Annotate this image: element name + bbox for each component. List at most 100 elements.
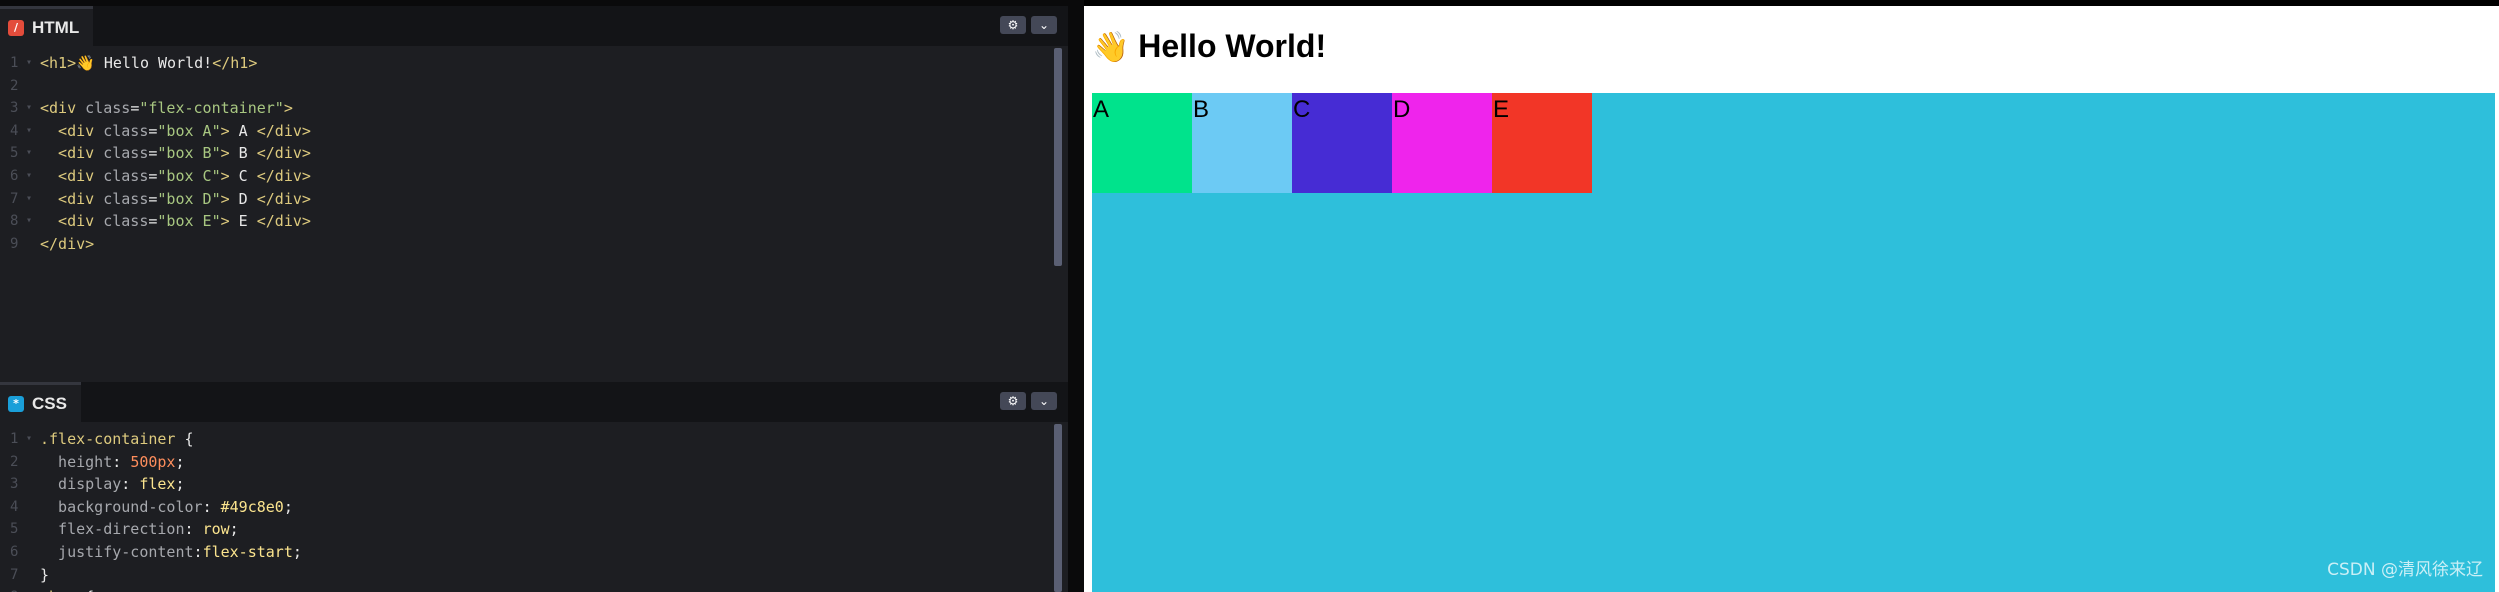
- css-tab[interactable]: * CSS: [0, 382, 81, 422]
- code-token: 500px: [130, 452, 176, 471]
- code-token: flex-direction: [40, 520, 185, 539]
- fold-toggle-icon[interactable]: ▾: [26, 586, 32, 592]
- code-line[interactable]: 1 ▾ .flex-container {: [0, 428, 1054, 451]
- code-line[interactable]: 2: [0, 75, 1054, 98]
- line-number: 3: [10, 476, 19, 493]
- css-pane-header: * CSS ⚙ ⌄: [0, 382, 1068, 422]
- css-code-area[interactable]: 1 ▾ .flex-container {2 height: 500px; 3 dis…: [0, 422, 1054, 592]
- code-token: {: [175, 430, 194, 448]
- html-scrollbar-thumb[interactable]: [1054, 48, 1062, 266]
- code-line[interactable]: 7 ▾ <div class="box D"> D </div>: [0, 188, 1054, 211]
- code-line[interactable]: 6 justify-content:flex-start;: [0, 541, 1054, 564]
- flex-box-c: C: [1292, 93, 1392, 193]
- html-tab[interactable]: / HTML: [0, 6, 94, 46]
- result-preview: 👋 Hello World! ABCDE: [1084, 6, 2499, 592]
- fold-toggle-icon[interactable]: ▾: [26, 428, 32, 451]
- fold-toggle-icon[interactable]: ▾: [26, 120, 32, 143]
- code-token: :: [193, 542, 203, 561]
- code-token: =: [130, 99, 140, 118]
- code-token: class: [103, 144, 149, 163]
- code-line[interactable]: 8▾.box {: [0, 586, 1054, 592]
- code-token: >: [220, 144, 230, 163]
- css-collapse-button[interactable]: ⌄: [1031, 392, 1057, 410]
- code-token: "box D": [157, 189, 221, 208]
- code-token: justify-content: [40, 542, 194, 561]
- css-scrollbar-thumb[interactable]: [1054, 424, 1062, 592]
- fold-toggle-icon[interactable]: ▾: [26, 188, 32, 211]
- code-token: </div>: [256, 189, 311, 208]
- code-text: <div class="box E"> E </div>: [40, 210, 311, 233]
- code-line[interactable]: 7}: [0, 564, 1054, 587]
- html-code-area[interactable]: 1 ▾ <h1>👋 Hello World!</h1> 2 3 ▾ <div class="…: [0, 46, 1054, 382]
- code-token: E: [229, 212, 257, 231]
- code-token: }: [40, 565, 50, 584]
- code-line[interactable]: 5 ▾ <div class="box B"> B </div>: [0, 142, 1054, 165]
- line-number: 6: [10, 543, 19, 560]
- fold-toggle-icon[interactable]: ▾: [26, 142, 32, 165]
- code-token: flex-start: [202, 542, 293, 561]
- css-editor-pane: * CSS ⚙ ⌄ 1 ▾ .flex-container {2 height: 5…: [0, 382, 1068, 592]
- fold-toggle-icon[interactable]: ▾: [26, 165, 32, 188]
- code-text: <div class="flex-container">: [40, 97, 293, 120]
- line-number: 5: [10, 521, 19, 538]
- gear-icon: ⚙: [1007, 394, 1019, 408]
- code-text: display: flex;: [40, 473, 184, 496]
- waving-hand-icon: 👋: [1092, 30, 1130, 65]
- html-tab-label: HTML: [32, 17, 80, 37]
- code-token: class: [103, 121, 149, 140]
- code-token: 👋 Hello World!: [76, 54, 213, 72]
- code-text: .box {: [40, 586, 94, 592]
- code-token: class: [103, 166, 149, 185]
- code-line[interactable]: 4 ▾ <div class="box A"> A </div>: [0, 120, 1054, 143]
- code-token: "box B": [157, 144, 221, 163]
- code-token: "box A": [157, 121, 221, 140]
- chevron-down-icon: ⌄: [1038, 394, 1050, 408]
- preview-heading: 👋 Hello World!: [1092, 28, 1326, 65]
- code-token: #49c8e0: [220, 497, 284, 516]
- code-token: .box: [40, 588, 76, 592]
- code-token: <div: [40, 166, 104, 185]
- code-line[interactable]: 4 background-color: #49c8e0;: [0, 496, 1054, 519]
- code-token: C: [229, 166, 257, 185]
- code-token: </div>: [256, 212, 311, 231]
- code-token: ;: [292, 542, 302, 561]
- code-line[interactable]: 3 display: flex;: [0, 473, 1054, 496]
- code-token: </h1>: [212, 54, 258, 72]
- code-token: >: [220, 189, 230, 208]
- code-token: B: [229, 144, 257, 163]
- code-line[interactable]: 6 ▾ <div class="box C"> C </div>: [0, 165, 1054, 188]
- code-editor: / HTML ⚙ ⌄ 1 ▾ <h1>👋 Hello World!</h1> 2 3 ▾ <…: [0, 0, 1068, 592]
- fold-toggle-icon[interactable]: ▾: [26, 97, 32, 120]
- code-text: justify-content:flex-start;: [40, 541, 302, 564]
- code-token: background-color: [40, 497, 203, 516]
- code-token: display: [40, 475, 122, 494]
- code-line[interactable]: 2 height: 500px;: [0, 451, 1054, 474]
- code-line[interactable]: 1 ▾ <h1>👋 Hello World!</h1>: [0, 52, 1054, 75]
- code-token: >: [220, 212, 230, 231]
- code-line[interactable]: 3 ▾ <div class="flex-container">: [0, 97, 1054, 120]
- fold-toggle-icon[interactable]: ▾: [26, 210, 32, 233]
- code-line[interactable]: 5 flex-direction: row;: [0, 518, 1054, 541]
- html-settings-button[interactable]: ⚙: [1000, 16, 1026, 34]
- code-token: <div: [40, 121, 104, 140]
- code-token: </div>: [40, 234, 95, 253]
- code-line[interactable]: 9 </div>: [0, 233, 1054, 256]
- html-collapse-button[interactable]: ⌄: [1031, 16, 1057, 34]
- fold-toggle-icon[interactable]: ▾: [26, 52, 32, 75]
- watermark: CSDN @清风徐来辽: [2327, 560, 2483, 580]
- code-token: <h1>: [40, 54, 77, 72]
- code-token: <div: [40, 212, 104, 231]
- code-token: class: [103, 212, 149, 231]
- pane-resize-divider[interactable]: [1068, 0, 1084, 592]
- line-number: 4: [10, 498, 19, 515]
- code-token: >: [220, 121, 230, 140]
- css-settings-button[interactable]: ⚙: [1000, 392, 1026, 410]
- code-token: height: [40, 452, 113, 471]
- code-token: flex: [139, 475, 176, 494]
- code-line[interactable]: 8 ▾ <div class="box E"> E </div>: [0, 210, 1054, 233]
- code-token: class: [85, 99, 131, 118]
- code-token: A: [229, 121, 257, 140]
- line-number: 2: [10, 77, 19, 94]
- chevron-down-icon: ⌄: [1038, 18, 1050, 32]
- code-token: </div>: [256, 166, 311, 185]
